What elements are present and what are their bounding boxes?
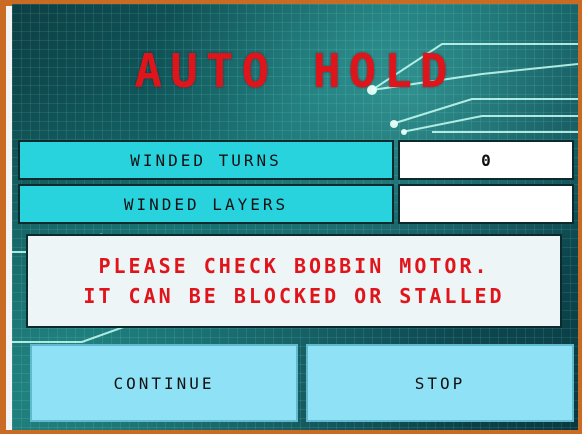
continue-button[interactable]: CONTINUE bbox=[30, 344, 298, 422]
alarm-message-line-2: IT CAN BE BLOCKED OR STALLED bbox=[83, 284, 505, 308]
winded-turns-label: WINDED TURNS bbox=[18, 140, 394, 180]
alarm-message-box: PLEASE CHECK BOBBIN MOTOR. IT CAN BE BLO… bbox=[26, 234, 562, 328]
winded-layers-value[interactable] bbox=[398, 184, 574, 224]
hmi-screen: AUTO HOLD WINDED TURNS 0 WINDED LAYERS P… bbox=[12, 4, 578, 430]
stop-button[interactable]: STOP bbox=[306, 344, 574, 422]
winded-layers-label: WINDED LAYERS bbox=[18, 184, 394, 224]
screen-title: AUTO HOLD bbox=[134, 44, 456, 98]
alarm-message-line-1: PLEASE CHECK BOBBIN MOTOR. bbox=[98, 254, 490, 278]
winded-turns-value[interactable]: 0 bbox=[398, 140, 574, 180]
